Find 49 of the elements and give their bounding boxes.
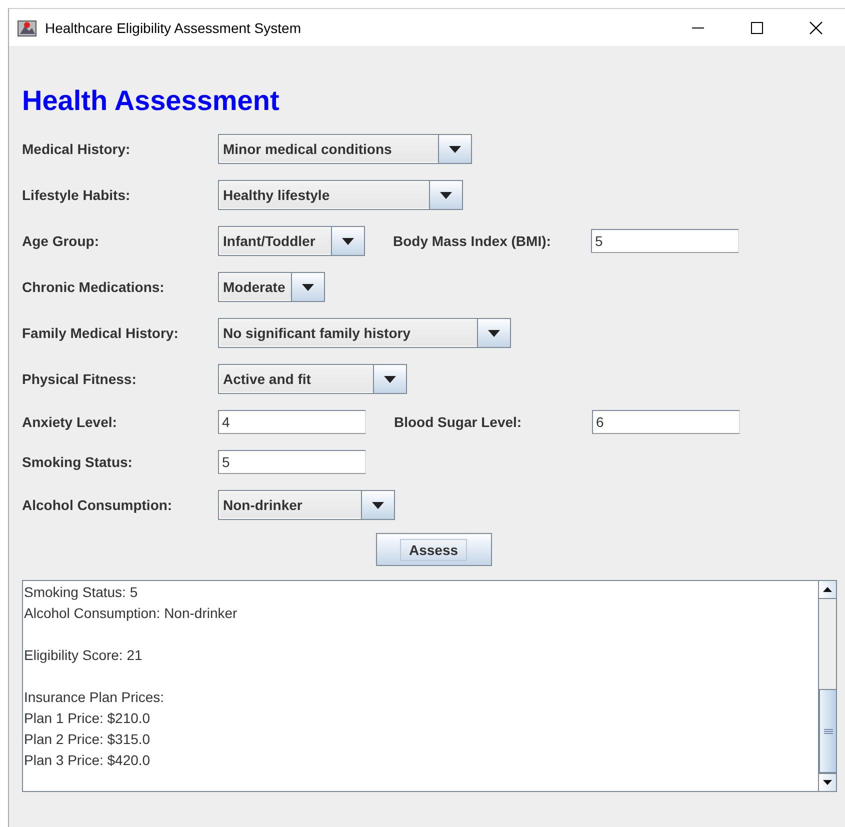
output-line: Alcohol Consumption: Non-drinker	[24, 604, 238, 623]
down-caret-icon	[823, 780, 832, 785]
grip-icon	[824, 728, 832, 734]
output-line: Plan 3 Price: $420.0	[24, 751, 150, 770]
scrollbar[interactable]	[818, 581, 836, 791]
page-heading: Health Assessment	[22, 86, 280, 116]
caret-icon	[449, 146, 461, 152]
caret-icon	[384, 376, 396, 382]
scroll-up-button[interactable]	[819, 581, 836, 599]
dropdown[interactable]: No significant family history	[218, 318, 511, 348]
caret-icon	[302, 284, 314, 290]
output-line: Insurance Plan Prices:	[24, 688, 164, 707]
field-label: Anxiety Level:	[22, 414, 118, 430]
dropdown[interactable]: Active and fit	[218, 364, 407, 394]
scroll-down-button[interactable]	[819, 773, 836, 791]
output-line: Smoking Status: 5	[24, 583, 138, 602]
assess-button[interactable]: Assess	[376, 533, 492, 566]
app-icon	[17, 18, 37, 38]
field-label: Family Medical History:	[22, 325, 180, 341]
field-label: Smoking Status:	[22, 454, 134, 470]
caret-icon	[342, 238, 354, 244]
dropdown[interactable]: Minor medical conditions	[218, 134, 472, 164]
dropdown[interactable]: Moderate	[218, 272, 325, 302]
dropdown[interactable]: Healthy lifestyle	[218, 180, 463, 210]
field-label: Alcohol Consumption:	[22, 497, 174, 513]
field-label: Lifestyle Habits:	[22, 187, 132, 203]
input-field[interactable]: 6	[592, 410, 740, 434]
maximize-icon	[750, 22, 762, 34]
scrollbar-thumb[interactable]	[819, 689, 836, 773]
input-field[interactable]: 4	[218, 410, 366, 434]
close-icon	[808, 20, 822, 34]
field-label: Body Mass Index (BMI):	[393, 233, 552, 249]
field-label: Physical Fitness:	[22, 371, 138, 387]
field-label: Medical History:	[22, 141, 132, 157]
output-line: Eligibility Score: 21	[24, 646, 142, 665]
caret-icon	[440, 192, 452, 198]
input-field[interactable]: 5	[591, 229, 739, 253]
up-caret-icon	[823, 587, 832, 592]
output-line: Plan 1 Price: $210.0	[24, 709, 150, 728]
field-label: Age Group:	[22, 233, 100, 249]
dropdown[interactable]: Non-drinker	[218, 490, 395, 520]
caret-icon	[488, 330, 500, 336]
input-field[interactable]: 5	[218, 450, 366, 474]
dropdown[interactable]: Infant/Toddler	[218, 226, 365, 256]
field-label: Blood Sugar Level:	[394, 414, 523, 430]
caret-icon	[372, 502, 384, 508]
window-title: Healthcare Eligibility Assessment System	[45, 20, 301, 36]
field-label: Chronic Medications:	[22, 279, 166, 295]
output-line: Plan 2 Price: $315.0	[24, 730, 150, 749]
